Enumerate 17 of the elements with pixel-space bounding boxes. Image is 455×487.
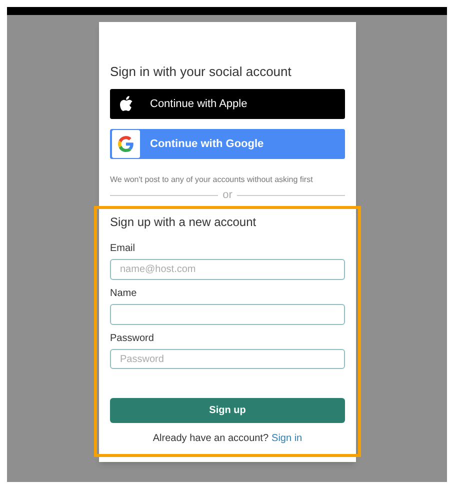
input-field[interactable] xyxy=(110,304,345,325)
sign-up-button[interactable]: Sign up xyxy=(110,398,345,423)
account-prompt: Already have an account? xyxy=(152,432,269,446)
section-title: Sign in with your social account xyxy=(110,64,292,80)
google-icon xyxy=(118,136,134,152)
apple-sign-in-button[interactable]: Continue with Apple xyxy=(110,89,345,119)
divider-text: or xyxy=(222,189,232,201)
field-label: Name xyxy=(110,286,138,301)
input-field[interactable]: Password xyxy=(110,348,345,370)
section-title: Sign up with a new account xyxy=(110,214,258,231)
google-sign-in-button[interactable]: Continue with Google xyxy=(110,129,345,159)
input-field[interactable]: name@host.com xyxy=(110,259,345,280)
apple-icon xyxy=(119,96,133,112)
privacy-note: We won't post to any of your accounts without asking first xyxy=(110,174,314,186)
sign-in-link[interactable]: Sign in xyxy=(272,430,302,446)
field-label: Password xyxy=(110,332,155,346)
field-label: Email xyxy=(110,242,136,256)
